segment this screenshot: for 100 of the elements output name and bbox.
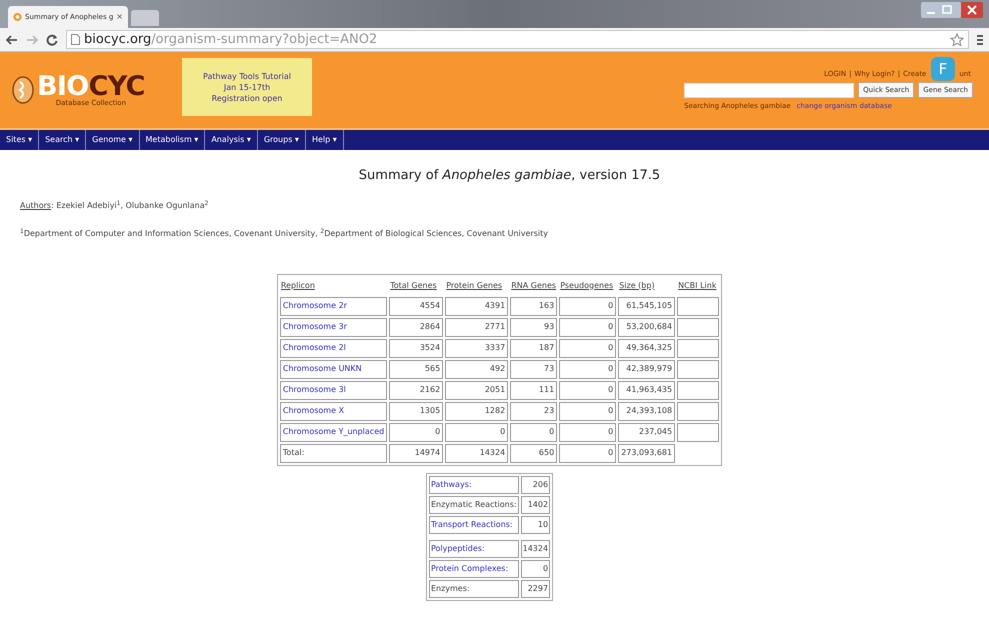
table-cell: 187: [510, 338, 558, 358]
table-cell: 237,045: [618, 422, 676, 442]
replicon-link[interactable]: Chromosome 3l: [280, 380, 388, 400]
table-cell: 73: [510, 360, 558, 378]
empty-cell: [677, 402, 720, 420]
statistic-link[interactable]: Protein Complexes:: [428, 560, 519, 578]
table-cell: 23: [510, 402, 558, 420]
table-cell: Enzymes:: [428, 580, 519, 598]
table-cell: 492: [445, 360, 508, 378]
affiliations-text: $^{1}$Department of Computer and Information Sciences, Covenant University, $^{2}$Department of Biological Sciences, Covenant University: [20, 228, 549, 240]
column-header[interactable]: Size (bp): [618, 276, 676, 294]
empty-cell: [677, 380, 720, 400]
nav-menu-item[interactable]: Search ▾: [39, 130, 86, 150]
site-icon: [13, 12, 22, 22]
table-cell: 0: [445, 422, 508, 442]
page-icon: [71, 34, 80, 45]
address-field[interactable]: biocyc.org/organism-summary?object=ANO2: [66, 30, 969, 49]
table-cell: 0: [559, 402, 616, 420]
logo-icon: [12, 76, 34, 104]
table-cell: 49,364,325: [618, 338, 676, 358]
nav-menu-item[interactable]: Groups ▾: [258, 130, 306, 150]
table-cell: Enzymatic Reactions:: [428, 496, 519, 514]
table-cell: 0: [559, 422, 616, 442]
replicon-link[interactable]: Chromosome 2l: [280, 338, 388, 358]
table-cell: 14974: [389, 444, 444, 462]
table-cell: 61,545,105: [618, 296, 676, 316]
table-cell: 0: [510, 422, 558, 442]
table-cell: 650: [510, 444, 558, 462]
table-cell: 273,093,681: [618, 444, 676, 462]
replicon-link[interactable]: Chromosome X: [280, 402, 388, 420]
nav-menu-item[interactable]: Help ▾: [306, 130, 344, 150]
table-cell: 1305: [389, 402, 444, 420]
table-cell: 14324: [520, 540, 550, 558]
table-cell: 42,389,979: [618, 360, 676, 378]
column-header[interactable]: Total Genes: [389, 276, 444, 294]
nav-menu-item[interactable]: Genome ▾: [86, 130, 140, 150]
statistic-link[interactable]: Pathways:: [428, 476, 519, 494]
table-cell: 111: [510, 380, 558, 400]
column-header[interactable]: NCBI Link: [677, 276, 720, 294]
table-cell: 3524: [389, 338, 444, 358]
table-cell: 2864: [389, 318, 444, 336]
table-cell: 0: [520, 560, 550, 578]
search-field[interactable]: [684, 82, 854, 98]
column-header[interactable]: RNA Genes: [510, 276, 558, 294]
table-cell: 0: [559, 360, 616, 378]
window-controls-icon[interactable]: [921, 2, 983, 18]
star-icon[interactable]: [950, 32, 964, 46]
menu-icon[interactable]: [977, 34, 983, 46]
table-cell: 2297: [520, 580, 550, 598]
replicon-link[interactable]: Chromosome UNKN: [280, 360, 388, 378]
table-cell: 0: [559, 338, 616, 358]
table-cell: 0: [389, 422, 444, 442]
table-cell: 163: [510, 296, 558, 316]
column-header[interactable]: Protein Genes: [445, 276, 508, 294]
table-cell: 0: [559, 318, 616, 336]
table-cell: 0: [559, 444, 616, 462]
table-cell: 4554: [389, 296, 444, 316]
empty-cell: [677, 360, 720, 378]
close-icon[interactable]: ×: [116, 11, 123, 23]
logo-text: BIOCYC: [37, 73, 145, 100]
nav-menu-item[interactable]: Metabolism ▾: [140, 130, 206, 150]
statistic-link[interactable]: Transport Reactions:: [428, 516, 519, 534]
announcement-text: Pathway Tools Tutorial: [203, 70, 291, 82]
table-cell: 2162: [389, 380, 444, 400]
empty-cell: [677, 338, 720, 358]
table-cell: 10: [520, 516, 550, 534]
authors-link[interactable]: Authors: [20, 200, 52, 212]
table-cell: 1402: [520, 496, 550, 514]
replicon-link[interactable]: Chromosome Y_unplaced: [280, 422, 388, 442]
table-cell: 1282: [445, 402, 508, 420]
table-cell: 2771: [445, 318, 508, 336]
statistic-link[interactable]: Polypeptides:: [428, 540, 519, 558]
column-header[interactable]: Pseudogenes: [559, 276, 616, 294]
table-cell: 3337: [445, 338, 508, 358]
nav-menu-item[interactable]: Sites ▾: [0, 130, 40, 150]
table-cell: 41,963,435: [618, 380, 676, 400]
table-cell: 0: [559, 296, 616, 316]
empty-cell: [677, 296, 720, 316]
announcement-text: Jan 15-17th: [224, 82, 270, 92]
table-cell: Total:: [280, 444, 388, 462]
replicon-link[interactable]: Chromosome 2r: [280, 296, 388, 316]
nav-menu-item[interactable]: Analysis ▾: [205, 130, 258, 150]
table-cell: 565: [389, 360, 444, 378]
table-cell: 24,393,108: [618, 402, 676, 420]
page-title: Summary of Anopheles gambiae, version 17.5: [358, 167, 662, 185]
replicon-link[interactable]: Chromosome 3r: [280, 318, 388, 336]
table-cell: 0: [559, 380, 616, 400]
announcement-text: Registration open: [212, 92, 282, 104]
reload-icon[interactable]: [46, 34, 58, 46]
empty-cell: [677, 318, 720, 336]
authors-text: : Ezekiel Adebiyi$^{1}$, Olubanke Ogunlana$^{2}$: [51, 200, 208, 212]
table-cell: 206: [520, 476, 550, 494]
table-cell: 4391: [445, 296, 508, 316]
column-header[interactable]: Replicon: [280, 276, 388, 294]
back-icon[interactable]: [6, 34, 18, 44]
url-text: biocyc.org/organism-summary?object=ANO2: [84, 30, 378, 49]
table-cell: 2051: [445, 380, 508, 400]
table-cell: 14324: [445, 444, 508, 462]
table-cell: 53,200,684: [618, 318, 676, 336]
empty-cell: [677, 422, 720, 442]
